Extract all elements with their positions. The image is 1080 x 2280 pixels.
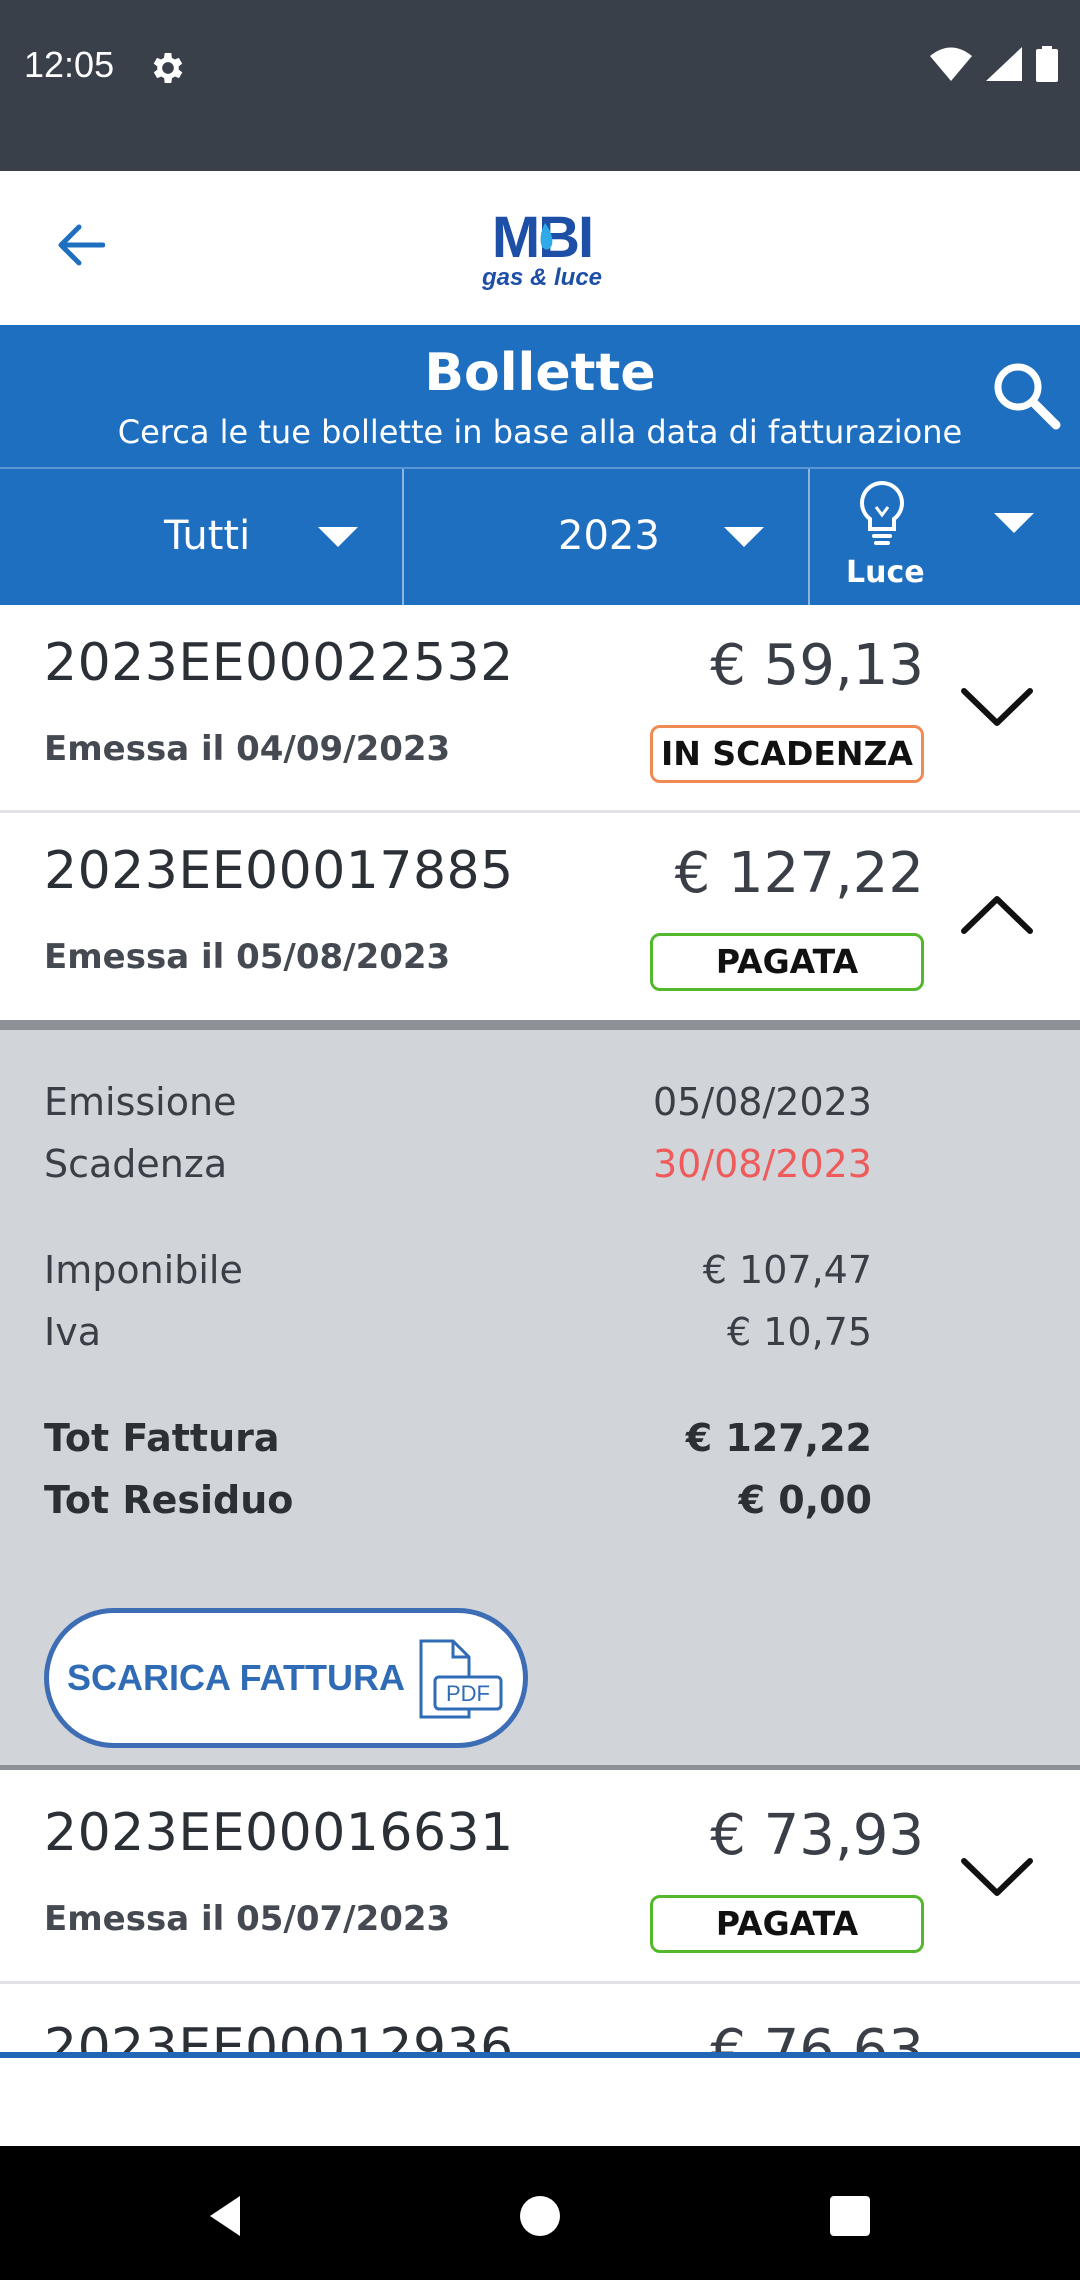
- filter-service-dropdown[interactable]: Luce: [812, 469, 1080, 605]
- title-band: Bollette Cerca le tue bollette in base a…: [0, 325, 1080, 467]
- chevron-down-icon[interactable]: [960, 1855, 1034, 1899]
- imponibile-value: € 107,47: [702, 1248, 872, 1292]
- bill-issue-date: Emessa il 04/09/2023: [44, 729, 451, 769]
- chevron-down-icon: [724, 527, 764, 547]
- iva-label: Iva: [44, 1310, 101, 1354]
- filter-bar: Tutti 2023 Luce: [0, 467, 1080, 605]
- bottom-spacer: [0, 2058, 1080, 2146]
- bill-detail-panel: Emissione 05/08/2023 Scadenza 30/08/2023…: [0, 1020, 1080, 1770]
- pdf-file-icon: PDF: [419, 1639, 503, 1719]
- status-badge: IN SCADENZA: [650, 725, 924, 783]
- tot-fattura-label: Tot Fattura: [44, 1416, 280, 1460]
- back-button[interactable]: [48, 213, 112, 277]
- system-nav-bar: [0, 2146, 1080, 2280]
- emissione-value: 05/08/2023: [652, 1080, 872, 1124]
- page-subtitle: Cerca le tue bollette in base alla data …: [117, 413, 963, 451]
- filter-service-label: Luce: [846, 555, 925, 590]
- bill-issue-date: Emessa il 05/07/2023: [44, 1899, 451, 1939]
- wifi-icon: [930, 47, 972, 81]
- bill-number: 2023EE00012936: [44, 2018, 514, 2054]
- download-invoice-label: SCARICA FATTURA: [67, 1657, 405, 1698]
- bill-amount: € 59,13: [710, 633, 924, 698]
- filter-year-value: 2023: [558, 513, 660, 559]
- bill-issue-date: Emessa il 05/08/2023: [44, 937, 451, 977]
- tot-residuo-value: € 0,00: [738, 1478, 872, 1522]
- nav-home-icon[interactable]: [510, 2186, 570, 2246]
- filter-year-dropdown[interactable]: 2023: [406, 469, 810, 605]
- filter-type-value: Tutti: [164, 513, 251, 559]
- status-time: 12:05: [24, 44, 115, 85]
- chevron-down-icon: [994, 513, 1034, 533]
- bill-amount: € 76,63: [710, 2018, 924, 2054]
- bill-number: 2023EE00022532: [44, 633, 514, 693]
- search-icon[interactable]: [986, 355, 1066, 435]
- battery-icon: [1036, 46, 1058, 82]
- bill-number: 2023EE00017885: [44, 841, 514, 901]
- scadenza-label: Scadenza: [44, 1142, 228, 1186]
- settings-gear-icon: [153, 53, 183, 83]
- bill-amount: € 73,93: [710, 1803, 924, 1868]
- tot-fattura-value: € 127,22: [685, 1416, 872, 1460]
- lightbulb-icon: [860, 480, 904, 545]
- page-title: Bollette: [424, 343, 656, 403]
- bill-number: 2023EE00016631: [44, 1803, 514, 1863]
- status-badge: PAGATA: [650, 933, 924, 991]
- status-bar: 12:05: [0, 0, 1080, 171]
- download-invoice-button[interactable]: SCARICA FATTURA PDF: [44, 1608, 528, 1748]
- nav-recents-icon[interactable]: [820, 2186, 880, 2246]
- nav-back-icon[interactable]: [196, 2186, 256, 2246]
- mbi-logo: MBI gas & luce: [481, 207, 602, 291]
- tot-residuo-label: Tot Residuo: [44, 1478, 294, 1522]
- chevron-up-icon[interactable]: [960, 893, 1034, 937]
- bill-row[interactable]: 2023EE00017885 € 127,22 Emessa il 05/08/…: [0, 813, 1080, 1020]
- bill-amount: € 127,22: [674, 841, 924, 906]
- bill-row[interactable]: 2023EE00022532 € 59,13 Emessa il 04/09/2…: [0, 605, 1080, 813]
- app-header: MBI gas & luce: [0, 171, 1080, 325]
- bill-row[interactable]: 2023EE00016631 € 73,93 Emessa il 05/07/2…: [0, 1775, 1080, 1984]
- chevron-down-icon[interactable]: [960, 685, 1034, 729]
- imponibile-label: Imponibile: [44, 1248, 243, 1292]
- bill-row[interactable]: 2023EE00012936 € 76,63: [0, 1984, 1080, 2054]
- emissione-label: Emissione: [44, 1080, 237, 1124]
- filter-type-dropdown[interactable]: Tutti: [0, 469, 404, 605]
- chevron-down-icon: [318, 527, 358, 547]
- signal-icon: [986, 47, 1022, 81]
- iva-value: € 10,75: [726, 1310, 872, 1354]
- svg-text:gas & luce: gas & luce: [481, 264, 602, 291]
- arrow-left-icon: [58, 224, 105, 266]
- status-badge: PAGATA: [650, 1895, 924, 1953]
- pdf-icon-text: PDF: [446, 1681, 490, 1706]
- scadenza-value: 30/08/2023: [652, 1142, 872, 1186]
